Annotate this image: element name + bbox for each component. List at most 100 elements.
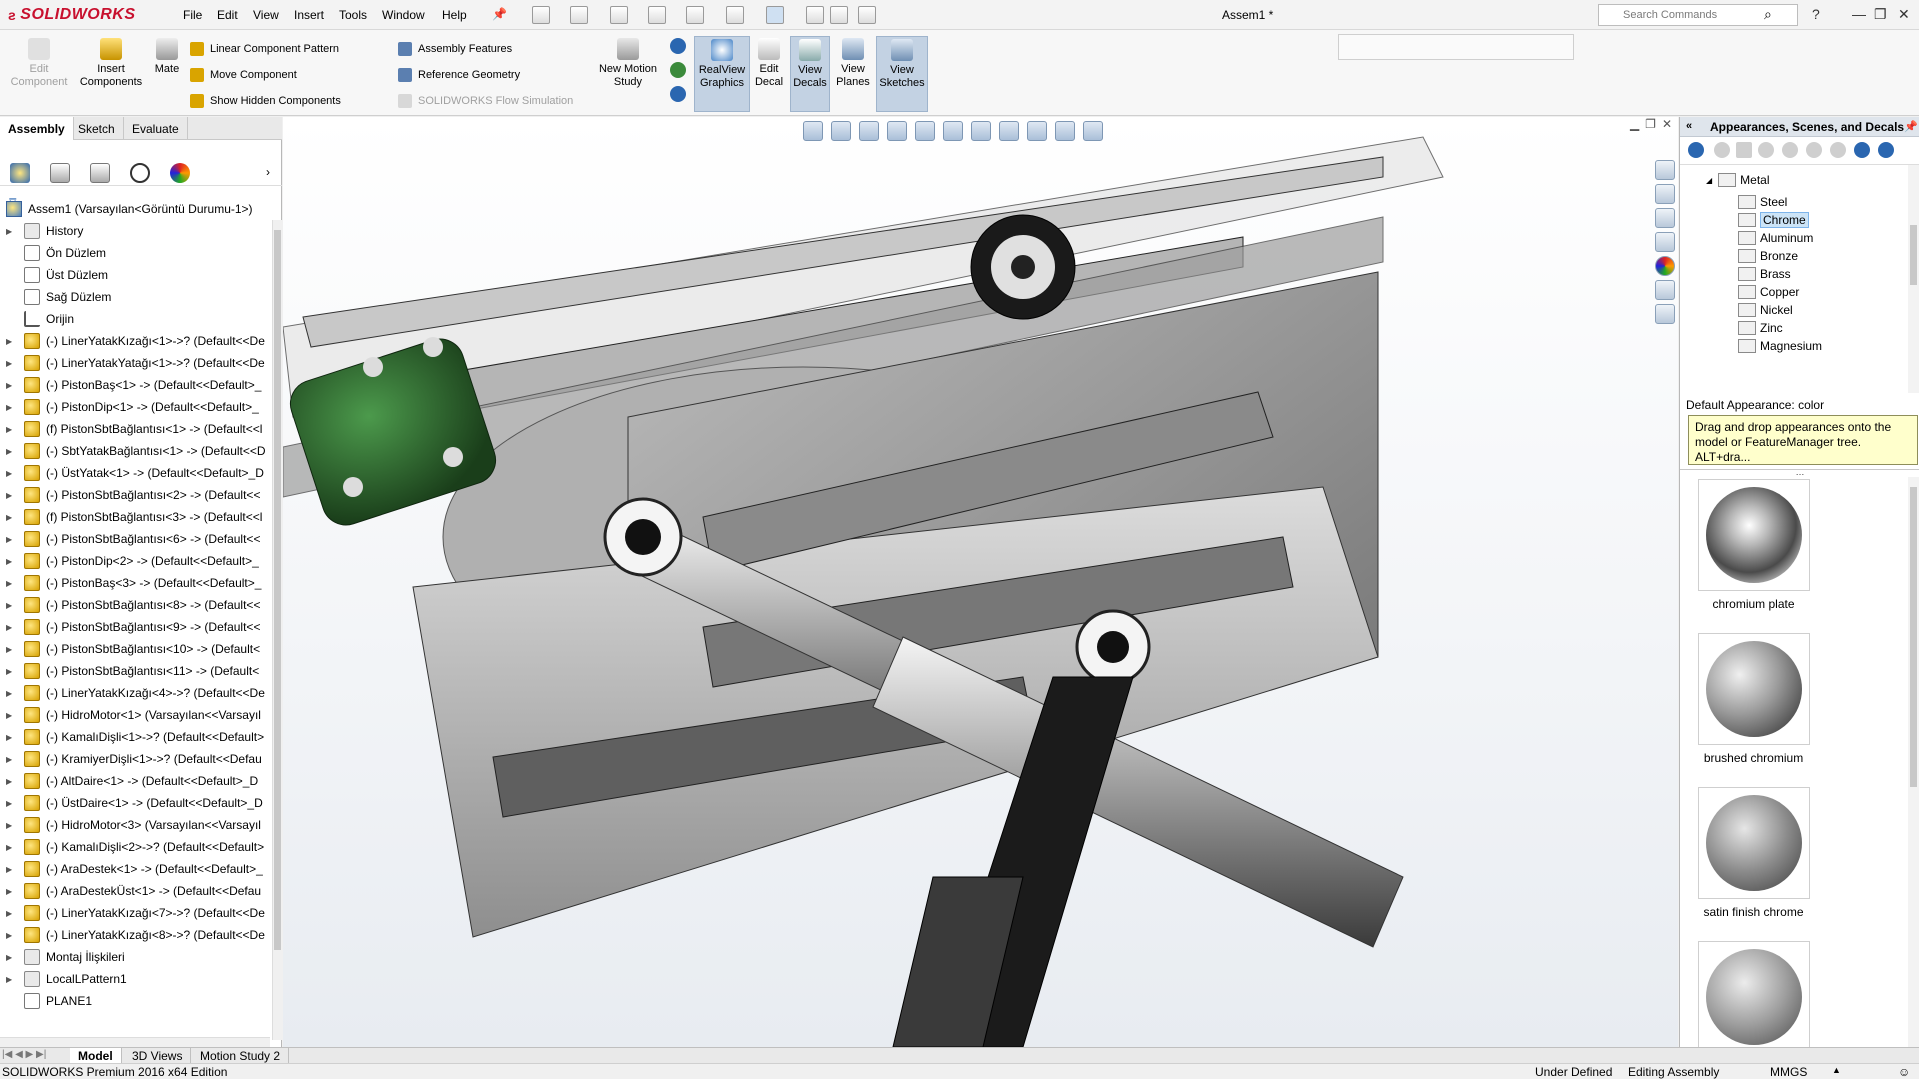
viewport-restore-icon[interactable]: ❐ (1645, 117, 1656, 135)
tab-motion-study-2[interactable]: Motion Study 2 (192, 1048, 290, 1064)
file-explorer-icon[interactable] (1655, 208, 1675, 228)
close-button[interactable]: ✕ (1898, 6, 1910, 23)
pin-icon[interactable]: 📌 (492, 7, 507, 21)
tree-item[interactable]: ▶ (-) PistonDip<1> -> (Default<<Default>_ (0, 396, 270, 418)
options-gear-icon[interactable] (858, 6, 876, 24)
edit-decal-button[interactable]: Edit Decal (752, 36, 786, 89)
units-dropdown-icon[interactable]: ▲ (1832, 1065, 1841, 1075)
tree-item[interactable]: ▶ (-) HidroMotor<1> (Varsayılan<<Varsayıl (0, 704, 270, 726)
save-icon[interactable] (610, 6, 628, 24)
scene-icon[interactable] (670, 62, 686, 78)
tab-model[interactable]: Model (70, 1048, 122, 1064)
select-cursor-icon[interactable] (766, 6, 784, 24)
expand-arrow-icon[interactable]: ▶ (6, 689, 16, 698)
search-icon[interactable]: ⌕ (1764, 6, 1772, 23)
expand-arrow-icon[interactable]: ▶ (6, 601, 16, 610)
view-planes-button[interactable]: View Planes (834, 36, 872, 89)
view-palette-icon[interactable] (1655, 232, 1675, 252)
expand-arrow-icon[interactable]: ▶ (6, 777, 16, 786)
expand-arrow-icon[interactable]: ▶ (6, 381, 16, 390)
tree-item[interactable]: ▶ (-) KamalıDişli<2>->? (Default<<Default… (0, 836, 270, 858)
tree-item-magnesium[interactable]: Magnesium (1738, 335, 1822, 357)
tree-item[interactable]: ▶ (-) ÜstYatak<1> -> (Default<<Default>_D (0, 462, 270, 484)
back-arrow-icon[interactable] (1688, 142, 1704, 158)
tree-horizontal-scrollbar[interactable] (0, 1037, 270, 1047)
tree-item[interactable]: ▶ (f) PistonSbtBağlantısı<1> -> (Default<… (0, 418, 270, 440)
expand-arrow-icon[interactable]: ▶ (6, 557, 16, 566)
redo-icon[interactable] (726, 6, 744, 24)
rebuild-icon[interactable] (806, 6, 824, 24)
tree-item[interactable]: ▶ (-) KramiyerDişli<1>->? (Default<<Defau (0, 748, 270, 770)
tree-item[interactable]: ▶ (-) HidroMotor<3> (Varsayılan<<Varsayıl (0, 814, 270, 836)
display-manager-icon[interactable] (170, 163, 190, 183)
expand-arrow-icon[interactable]: ▶ (6, 843, 16, 852)
quick-tips-icon[interactable]: ☺ (1898, 1065, 1910, 1079)
tab-3d-views[interactable]: 3D Views (124, 1048, 192, 1064)
tree-item[interactable]: ▶ (-) LinerYatakKızağı<1>->? (Default<<De (0, 330, 270, 352)
appearance-icon[interactable] (670, 86, 686, 102)
expand-arrow-icon[interactable]: ▶ (6, 645, 16, 654)
menu-edit[interactable]: Edit (217, 8, 238, 22)
print-icon[interactable] (648, 6, 666, 24)
tree-item[interactable]: ▶ (-) LinerYatakYatağı<1>->? (Default<<De (0, 352, 270, 374)
expand-arrow-icon[interactable]: ▶ (6, 975, 16, 984)
tree-item[interactable]: PLANE1 (0, 990, 270, 1012)
forward-arrow-icon[interactable] (1714, 142, 1730, 158)
swatch-chrome-4[interactable] (1696, 941, 1811, 1047)
tree-item[interactable]: Ön Düzlem (0, 242, 270, 264)
file-properties-icon[interactable] (830, 6, 848, 24)
assembly-features-button[interactable]: Assembly Features (398, 42, 512, 56)
configuration-manager-icon[interactable] (90, 163, 110, 183)
insert-components-button[interactable]: Insert Components (76, 36, 146, 89)
appearances-scenes-decals-icon[interactable] (1655, 256, 1675, 276)
property-manager-icon[interactable] (50, 163, 70, 183)
collapse-triangle-icon[interactable]: ◢ (1706, 176, 1712, 185)
menu-view[interactable]: View (253, 8, 279, 22)
swatch-chromium-plate[interactable]: chromium plate (1696, 479, 1811, 611)
open-icon[interactable] (570, 6, 588, 24)
new-folder-icon[interactable] (1806, 142, 1822, 158)
tree-item[interactable]: ▶ (-) SbtYatakBağlantısı<1> -> (Default<<… (0, 440, 270, 462)
swatch-satin-finish-chrome[interactable]: satin finish chrome (1696, 787, 1811, 919)
flow-simulation-button[interactable]: SOLIDWORKS Flow Simulation (398, 94, 573, 108)
view-decals-button[interactable]: View Decals (790, 36, 830, 112)
tree-item[interactable]: ▶ Montaj İlişkileri (0, 946, 270, 968)
expand-arrow-icon[interactable]: ▶ (6, 953, 16, 962)
tree-item[interactable]: ▶ (-) PistonSbtBağlantısı<9> -> (Default<… (0, 616, 270, 638)
edit-component-button[interactable]: Edit Component (6, 36, 72, 89)
new-motion-study-button[interactable]: New Motion Study (596, 36, 660, 89)
tree-item[interactable]: ▶ (-) LinerYatakKızağı<7>->? (Default<<De (0, 902, 270, 924)
solidworks-logo[interactable]: ƨ SOLIDWORKS (8, 4, 158, 26)
expand-arrow-icon[interactable]: ▶ (6, 513, 16, 522)
restore-button[interactable]: ❐ (1874, 6, 1887, 23)
viewport-minimize-icon[interactable]: ▁ (1630, 117, 1639, 135)
expand-arrow-icon[interactable]: ▶ (6, 403, 16, 412)
tree-item[interactable]: ▶ (-) LinerYatakKızağı<8>->? (Default<<De (0, 924, 270, 946)
refresh-icon[interactable] (1854, 142, 1870, 158)
tree-scrollbar[interactable] (272, 220, 282, 1040)
swatches-scrollbar[interactable] (1908, 477, 1919, 1047)
add-to-library-icon[interactable] (1758, 142, 1774, 158)
mate-button[interactable]: Mate (152, 36, 182, 76)
collapse-chevrons-icon[interactable]: « (1686, 120, 1692, 132)
expand-arrow-icon[interactable]: ▶ (6, 425, 16, 434)
tree-item[interactable]: ▶ (-) PistonSbtBağlantısı<6> -> (Default<… (0, 528, 270, 550)
tree-item[interactable]: Üst Düzlem (0, 264, 270, 286)
delete-icon[interactable] (1782, 142, 1798, 158)
tree-item[interactable]: ▶ (-) PistonBaş<1> -> (Default<<Default>_ (0, 374, 270, 396)
reference-geometry-button[interactable]: Reference Geometry (398, 68, 520, 82)
properties-icon[interactable] (1830, 142, 1846, 158)
scrollbar-thumb[interactable] (1910, 225, 1917, 285)
expand-arrow-icon[interactable]: ▶ (6, 667, 16, 676)
expand-arrow-icon[interactable]: ▶ (6, 623, 16, 632)
expand-arrow-icon[interactable]: ▶ (6, 931, 16, 940)
assembly-model-view[interactable] (283, 117, 1678, 1047)
expand-arrow-icon[interactable]: ▶ (6, 579, 16, 588)
tree-item[interactable]: ▶ (-) KamalıDişli<1>->? (Default<<Default… (0, 726, 270, 748)
menu-insert[interactable]: Insert (294, 8, 324, 22)
solidworks-resources-icon[interactable] (1655, 160, 1675, 180)
expand-arrow-icon[interactable]: ▶ (6, 447, 16, 456)
undo-icon[interactable] (686, 6, 704, 24)
expand-arrow-icon[interactable]: ▶ (6, 865, 16, 874)
expand-arrow-icon[interactable]: ▶ (6, 491, 16, 500)
